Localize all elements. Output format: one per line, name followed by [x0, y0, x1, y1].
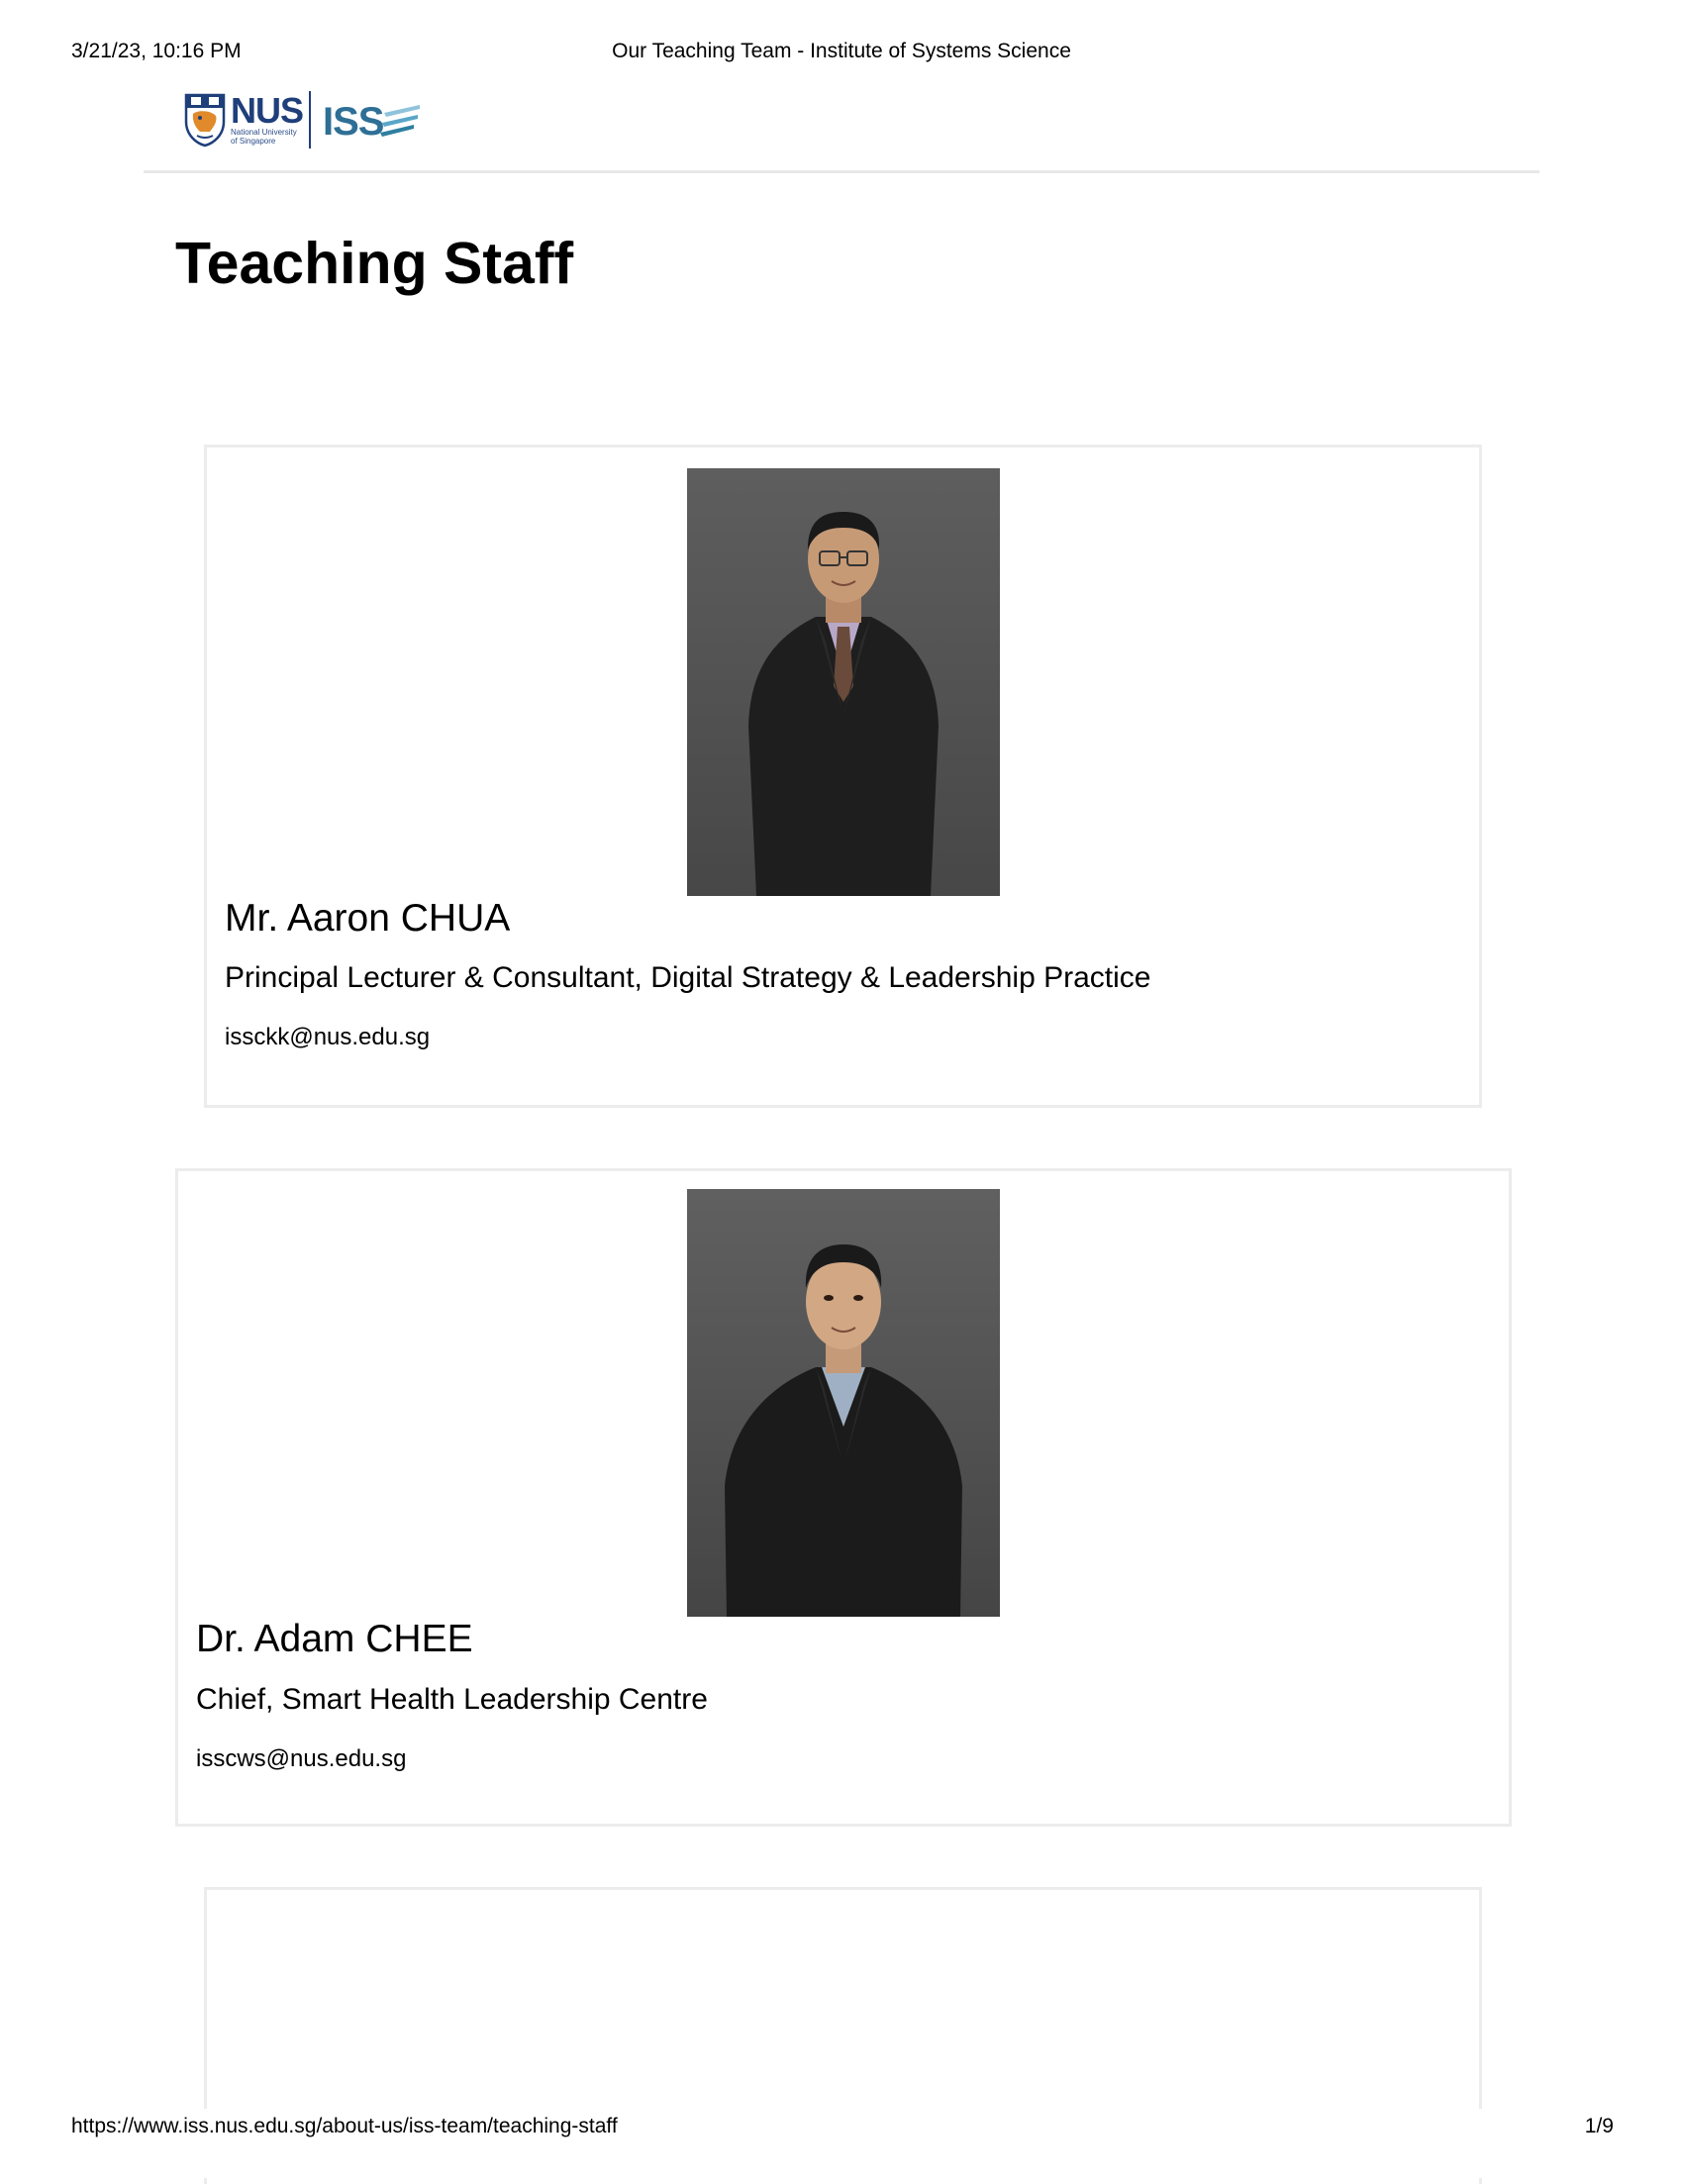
- logo-divider: [309, 91, 312, 149]
- staff-name: Mr. Aaron CHUA: [225, 897, 511, 940]
- staff-photo: [687, 468, 1000, 896]
- portrait-man-icon: [687, 1189, 1000, 1617]
- staff-role: Principal Lecturer & Consultant, Digital…: [225, 961, 1151, 994]
- site-logo[interactable]: NUS National University of Singapore ISS: [183, 91, 422, 149]
- nus-wordmark: NUS: [231, 90, 304, 131]
- print-page-number: 1/9: [1584, 2115, 1614, 2137]
- page-title: Teaching Staff: [175, 231, 574, 296]
- site-header: NUS National University of Singapore ISS: [144, 87, 1539, 173]
- svg-text:ISS: ISS: [323, 100, 384, 144]
- staff-email[interactable]: isscws@nus.edu.sg: [196, 1745, 406, 1773]
- print-url: https://www.iss.nus.edu.sg/about-us/iss-…: [71, 2115, 618, 2138]
- staff-role: Chief, Smart Health Leadership Centre: [196, 1683, 708, 1716]
- print-page-title: Our Teaching Team - Institute of Systems…: [612, 40, 1071, 62]
- staff-name: Dr. Adam CHEE: [196, 1618, 473, 1660]
- portrait-man-glasses-icon: [687, 468, 1000, 896]
- staff-email[interactable]: issckk@nus.edu.sg: [225, 1024, 430, 1051]
- nus-crest-icon: [184, 93, 226, 148]
- staff-photo: [687, 1189, 1000, 1617]
- nus-subtitle-line2: of Singapore: [231, 137, 276, 146]
- nus-subtitle-line1: National University: [231, 128, 297, 137]
- iss-logo-icon: ISS: [323, 100, 421, 144]
